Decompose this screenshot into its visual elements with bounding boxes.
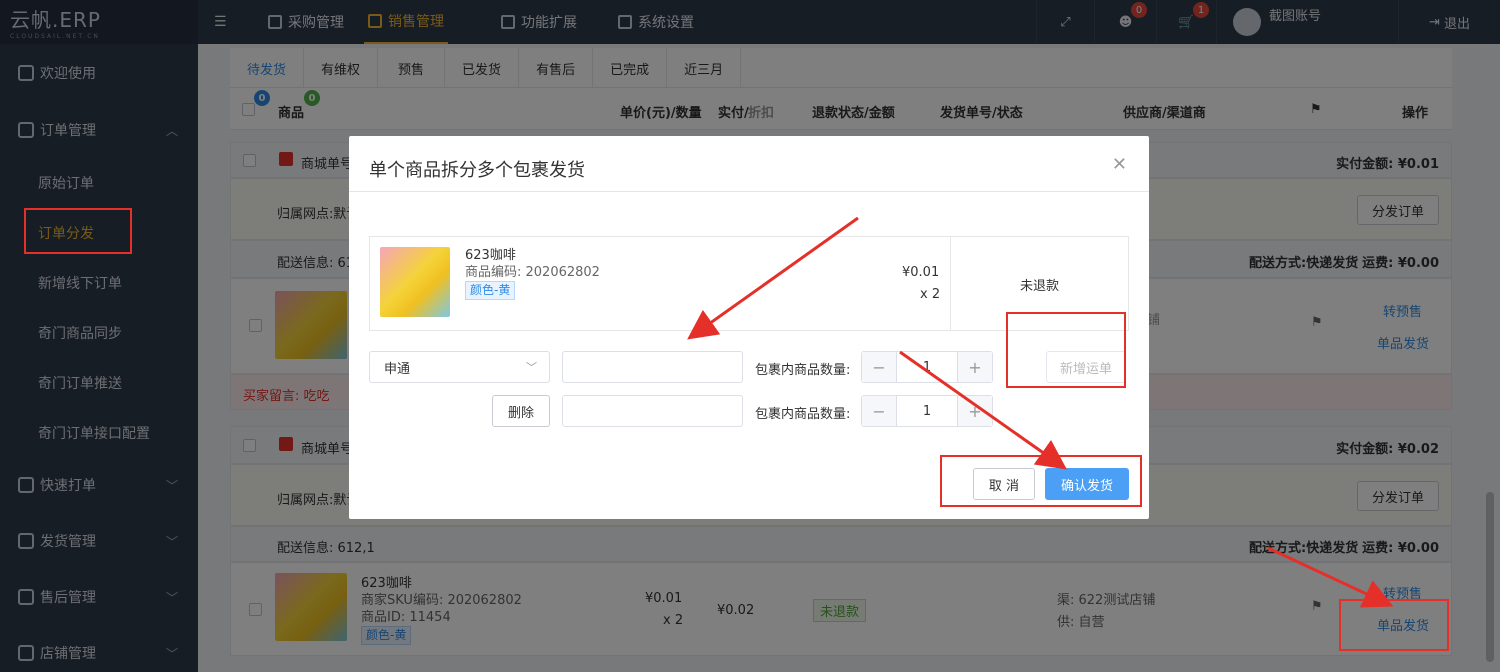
annotation-arrows bbox=[687, 216, 1394, 608]
annotation-arrow bbox=[1267, 546, 1394, 608]
annotation-arrow bbox=[687, 216, 859, 340]
annotation-arrow bbox=[899, 350, 1067, 470]
